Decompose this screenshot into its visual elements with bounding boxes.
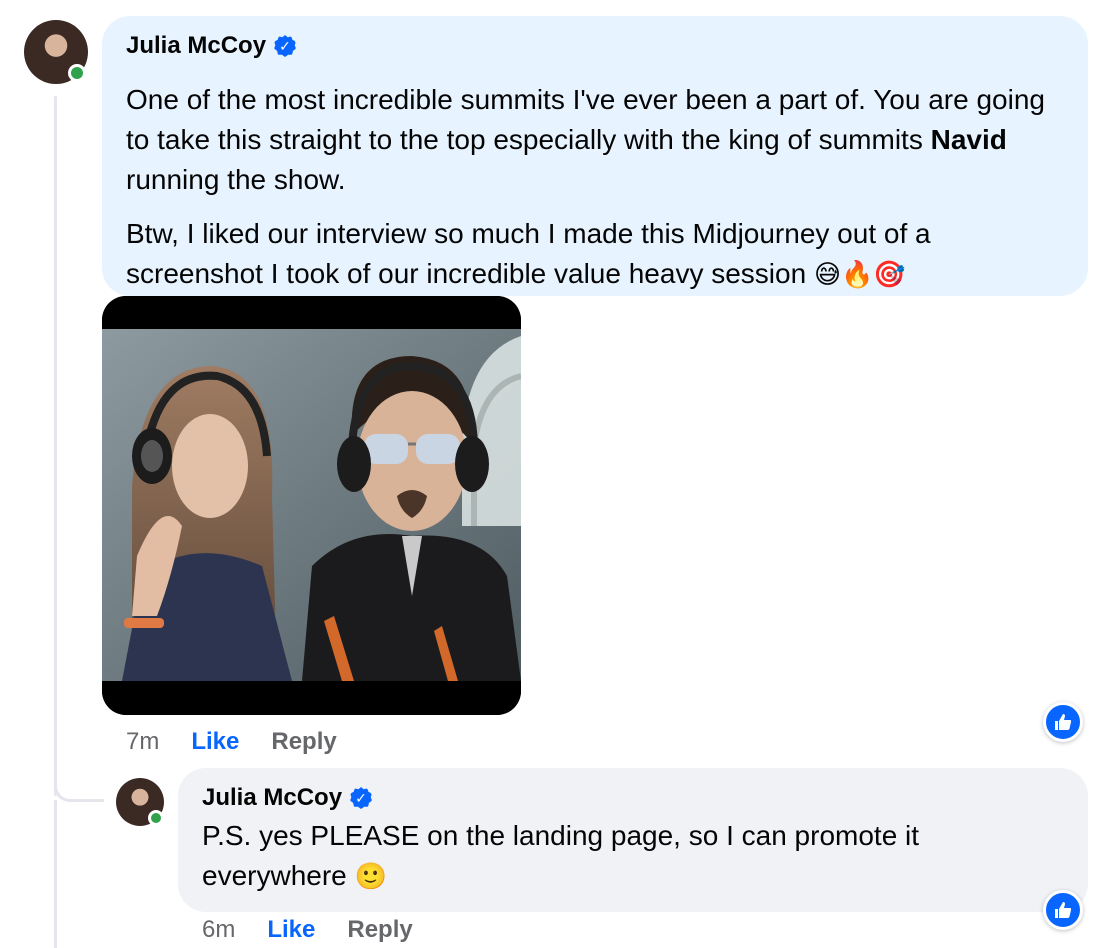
reply-bubble: Julia McCoy ✓ P.S. yes PLEASE on the lan… bbox=[178, 768, 1088, 912]
like-button[interactable]: Like bbox=[191, 728, 239, 756]
comment-text-part: One of the most incredible summits I've … bbox=[126, 84, 1045, 155]
reaction-badge-reply[interactable] bbox=[1043, 890, 1083, 930]
thread-line-continued bbox=[54, 800, 57, 948]
author-name[interactable]: Julia McCoy bbox=[202, 784, 342, 812]
smile-emoji: 🙂 bbox=[354, 862, 387, 892]
midjourney-image bbox=[102, 296, 521, 715]
reply-button-reply[interactable]: Reply bbox=[347, 916, 412, 944]
thread-line bbox=[54, 96, 57, 796]
avatar-reply[interactable] bbox=[116, 778, 164, 826]
comment-text-second: Btw, I liked our interview so much I mad… bbox=[126, 214, 1066, 295]
comment-bubble: Julia McCoy ✓ One of the most incredible… bbox=[102, 16, 1088, 296]
comment-actions: 7m Like Reply bbox=[126, 728, 337, 756]
verified-badge-icon: ✓ bbox=[350, 787, 373, 809]
thumbs-up-icon bbox=[1055, 714, 1072, 730]
thumbs-up-icon bbox=[1055, 902, 1072, 918]
mention-navid: Navid bbox=[930, 124, 1007, 155]
reply-author[interactable]: Julia McCoy ✓ bbox=[202, 784, 373, 812]
verified-badge-icon: ✓ bbox=[274, 35, 297, 57]
thread-connector bbox=[54, 772, 104, 802]
reply-actions: 6m Like Reply bbox=[202, 916, 413, 944]
avatar[interactable] bbox=[24, 20, 88, 84]
online-status-icon bbox=[68, 64, 86, 82]
like-button-reply[interactable]: Like bbox=[267, 916, 315, 944]
reply-button[interactable]: Reply bbox=[271, 728, 336, 756]
comment-text-part: running the show. bbox=[126, 164, 346, 195]
comment-timestamp[interactable]: 7m bbox=[126, 728, 159, 756]
comment-text-part: Btw, I liked our interview so much I mad… bbox=[126, 218, 931, 289]
reply-timestamp[interactable]: 6m bbox=[202, 916, 235, 944]
attached-image[interactable] bbox=[102, 296, 521, 715]
comment-author[interactable]: Julia McCoy ✓ bbox=[126, 32, 297, 60]
reply-text-part: P.S. yes PLEASE on the landing page, so … bbox=[202, 820, 920, 891]
emoji-group: 😅🔥🎯 bbox=[813, 260, 906, 290]
author-name[interactable]: Julia McCoy bbox=[126, 32, 266, 60]
reaction-badge[interactable] bbox=[1043, 702, 1083, 742]
comment-text: One of the most incredible summits I've … bbox=[126, 80, 1066, 200]
reply-text: P.S. yes PLEASE on the landing page, so … bbox=[202, 816, 1042, 897]
online-status-icon bbox=[148, 810, 164, 826]
